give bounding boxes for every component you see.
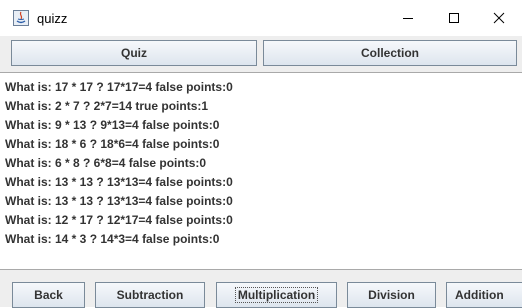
division-button-label: Division — [368, 288, 415, 302]
result-line: What is: 18 * 6 ? 18*6=4 false points:0 — [5, 137, 220, 151]
addition-button[interactable]: Addition — [446, 282, 522, 308]
maximize-icon — [449, 13, 459, 23]
minimize-button[interactable] — [385, 0, 431, 36]
close-button[interactable] — [476, 0, 522, 36]
back-button[interactable]: Back — [12, 282, 85, 308]
result-line: What is: 2 * 7 ? 2*7=14 true points:1 — [5, 99, 209, 113]
multiplication-button[interactable]: Multiplication — [216, 282, 337, 308]
java-app-icon — [13, 10, 29, 26]
operation-button-bar: Back Subtraction Multiplication Division… — [0, 270, 522, 308]
close-icon — [493, 12, 505, 24]
addition-button-label: Addition — [455, 288, 504, 302]
division-button[interactable]: Division — [347, 282, 436, 308]
result-line: What is: 12 * 17 ? 12*17=4 false points:… — [5, 213, 233, 227]
collection-button[interactable]: Collection — [263, 40, 517, 66]
minimize-icon — [403, 18, 413, 19]
result-line: What is: 17 * 17 ? 17*17=4 false points:… — [5, 80, 233, 94]
result-line: What is: 6 * 8 ? 6*8=4 false points:0 — [5, 156, 207, 170]
results-panel: What is: 17 * 17 ? 17*17=4 false points:… — [0, 72, 522, 270]
multiplication-button-label: Multiplication — [234, 287, 319, 303]
top-tab-bar: Quiz Collection — [0, 36, 522, 72]
quiz-button-label: Quiz — [121, 46, 147, 60]
maximize-button[interactable] — [431, 0, 477, 36]
result-line: What is: 13 * 13 ? 13*13=4 false points:… — [5, 194, 233, 208]
window-title: quizz — [37, 11, 68, 26]
result-line: What is: 14 * 3 ? 14*3=4 false points:0 — [5, 232, 220, 246]
subtraction-button[interactable]: Subtraction — [95, 282, 205, 308]
back-button-label: Back — [34, 288, 63, 302]
result-line: What is: 13 * 13 ? 13*13=4 false points:… — [5, 175, 233, 189]
title-bar: quizz — [0, 0, 522, 36]
result-line: What is: 9 * 13 ? 9*13=4 false points:0 — [5, 118, 220, 132]
subtraction-button-label: Subtraction — [116, 288, 184, 302]
quiz-button[interactable]: Quiz — [11, 40, 257, 66]
collection-button-label: Collection — [360, 46, 419, 60]
